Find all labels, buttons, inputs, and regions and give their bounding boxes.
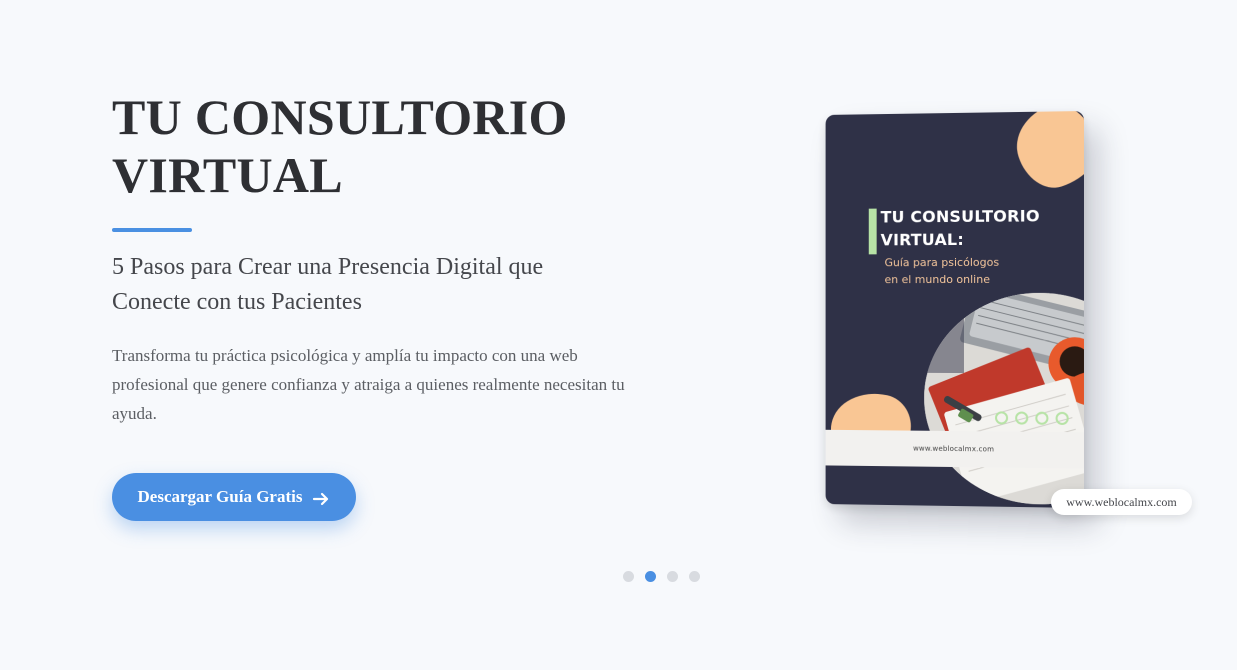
desk-photo	[924, 292, 1084, 507]
book-decorative-dots	[995, 411, 1069, 426]
book-circle-icon	[995, 411, 1009, 425]
website-url-badge: www.weblocalmx.com	[1051, 489, 1192, 515]
book-title: TU CONSULTORIO VIRTUAL:	[881, 204, 1071, 251]
carousel-pagination	[623, 571, 700, 582]
book-circle-icon	[1035, 411, 1049, 425]
hero-subtitle: 5 Pasos para Crear una Presencia Digital…	[112, 250, 612, 320]
carousel-dot-4[interactable]	[689, 571, 700, 582]
book-footer-band: www.weblocalmx.com	[825, 429, 1084, 469]
book-title-line-1: TU CONSULTORIO	[880, 206, 1040, 227]
book-circle-icon	[1015, 411, 1029, 425]
arrow-right-icon	[312, 490, 330, 508]
ebook-cover-image: TU CONSULTORIO VIRTUAL: Guía para psicól…	[825, 111, 1084, 508]
hero-subtitle-line-2: Conecte con tus Pacientes	[112, 289, 362, 315]
book-circle-icon	[1055, 411, 1069, 426]
carousel-dot-1[interactable]	[623, 571, 634, 582]
download-guide-button-label: Descargar Guía Gratis	[137, 487, 303, 506]
hero-title-line-2: VIRTUAL	[112, 147, 343, 203]
book-subtitle-line-2: en el mundo online	[884, 272, 990, 287]
hero-description: Transforma tu práctica psicológica y amp…	[112, 346, 625, 423]
download-guide-button[interactable]: Descargar Guía Gratis	[112, 473, 356, 521]
decorative-blob-top	[1006, 111, 1084, 197]
hero-title: TU CONSULTORIO VIRTUAL	[112, 88, 632, 204]
carousel-dot-2[interactable]	[645, 571, 656, 582]
book-subtitle-line-1: Guía para psicólogos	[884, 255, 1000, 270]
title-underline-divider	[112, 228, 192, 232]
hero-subtitle-line-1: 5 Pasos para Crear una Presencia Digital…	[112, 254, 544, 280]
hero-title-line-1: TU CONSULTORIO	[112, 89, 568, 145]
book-footer-url: www.weblocalmx.com	[913, 444, 995, 454]
book-title-accent-bar	[868, 208, 877, 255]
book-subtitle: Guía para psicólogos en el mundo online	[885, 254, 1065, 289]
book-title-line-2: VIRTUAL:	[880, 229, 964, 250]
carousel-dot-3[interactable]	[667, 571, 678, 582]
